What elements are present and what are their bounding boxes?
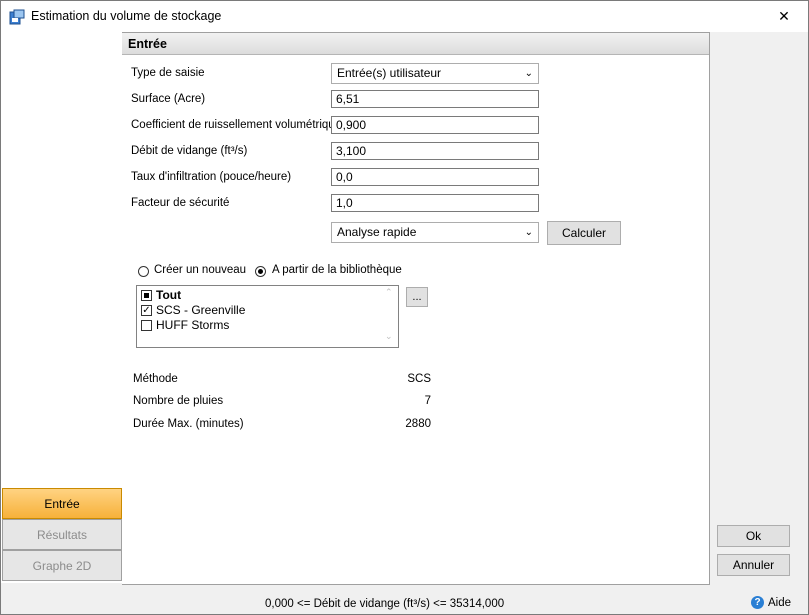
discharge-field[interactable]: 3,100 — [331, 142, 539, 160]
from-library-label: A partir de la bibliothèque — [272, 264, 402, 276]
analysis-select[interactable]: Analyse rapide ⌄ — [331, 222, 539, 243]
section-header: Entrée — [122, 33, 709, 55]
runoff-coef-field[interactable]: 0,900 — [331, 116, 539, 134]
rains-count-label: Nombre de pluies — [133, 395, 224, 407]
dropdown-arrow-icon: ⌄ — [524, 68, 533, 79]
method-label: Méthode — [133, 373, 178, 385]
infiltration-label: Taux d'infiltration (pouce/heure) — [131, 171, 292, 183]
rains-count-value: 7 — [424, 395, 431, 407]
dialog-window: Estimation du volume de stockage ✕ Entré… — [0, 0, 809, 615]
create-new-label: Créer un nouveau — [154, 264, 247, 276]
nav-input-button[interactable]: Entrée — [2, 488, 122, 519]
close-icon: ✕ — [778, 7, 790, 24]
from-library-radio[interactable] — [255, 266, 266, 277]
method-value: SCS — [407, 373, 431, 385]
input-panel: Entrée Type de saisie Entrée(s) utilisat… — [122, 32, 710, 585]
scroll-up-icon[interactable]: ⌃ — [385, 287, 393, 298]
storm-listbox[interactable]: Tout ✓ SCS - Greenville HUFF Storms ⌃ ⌄ — [136, 285, 399, 348]
runoff-coef-label: Coefficient de ruissellement volumétriqu… — [131, 119, 342, 131]
surface-label: Surface (Acre) — [131, 93, 206, 105]
huff-storms-checkbox[interactable] — [141, 320, 152, 331]
scroll-down-icon[interactable]: ⌄ — [385, 331, 393, 342]
help-link[interactable]: ? Aide — [751, 596, 791, 609]
help-label: Aide — [768, 596, 792, 609]
browse-library-button[interactable]: ... — [406, 287, 428, 307]
input-type-value: Entrée(s) utilisateur — [337, 66, 442, 80]
huff-storms-label: HUFF Storms — [156, 318, 230, 332]
close-button[interactable]: ✕ — [761, 1, 807, 31]
analysis-value: Analyse rapide — [337, 225, 417, 239]
range-status-text: 0,000 <= Débit de vidange (ft³/s) <= 353… — [265, 598, 505, 610]
window-title: Estimation du volume de stockage — [31, 9, 222, 23]
status-bar: 0,000 <= Débit de vidange (ft³/s) <= 353… — [1, 591, 808, 613]
scs-greenville-checkbox[interactable]: ✓ — [141, 305, 152, 316]
app-icon — [9, 9, 25, 25]
nav-graph-button[interactable]: Graphe 2D — [2, 550, 122, 581]
infiltration-field[interactable]: 0,0 — [331, 168, 539, 186]
listbox-scrollbar[interactable]: ⌃ ⌄ — [381, 286, 398, 347]
nav-results-button[interactable]: Résultats — [2, 519, 122, 550]
max-duration-value: 2880 — [405, 418, 431, 430]
input-type-label: Type de saisie — [131, 67, 205, 79]
title-bar: Estimation du volume de stockage ✕ — [1, 1, 808, 32]
scs-greenville-label: SCS - Greenville — [156, 303, 246, 317]
tout-label: Tout — [156, 288, 182, 302]
safety-factor-field[interactable]: 1,0 — [331, 194, 539, 212]
nav-panel: Entrée Résultats Graphe 2D — [1, 32, 123, 583]
compute-button[interactable]: Calculer — [547, 221, 621, 245]
ok-button[interactable]: Ok — [717, 525, 790, 547]
create-new-radio[interactable] — [138, 266, 149, 277]
cancel-button[interactable]: Annuler — [717, 554, 790, 576]
max-duration-label: Durée Max. (minutes) — [133, 418, 244, 430]
safety-factor-label: Facteur de sécurité — [131, 197, 230, 209]
dropdown-arrow-icon: ⌄ — [524, 227, 533, 238]
surface-field[interactable]: 6,51 — [331, 90, 539, 108]
discharge-label: Débit de vidange (ft³/s) — [131, 145, 248, 157]
input-type-select[interactable]: Entrée(s) utilisateur ⌄ — [331, 63, 539, 84]
help-icon: ? — [751, 596, 764, 609]
tout-checkbox[interactable] — [141, 290, 152, 301]
